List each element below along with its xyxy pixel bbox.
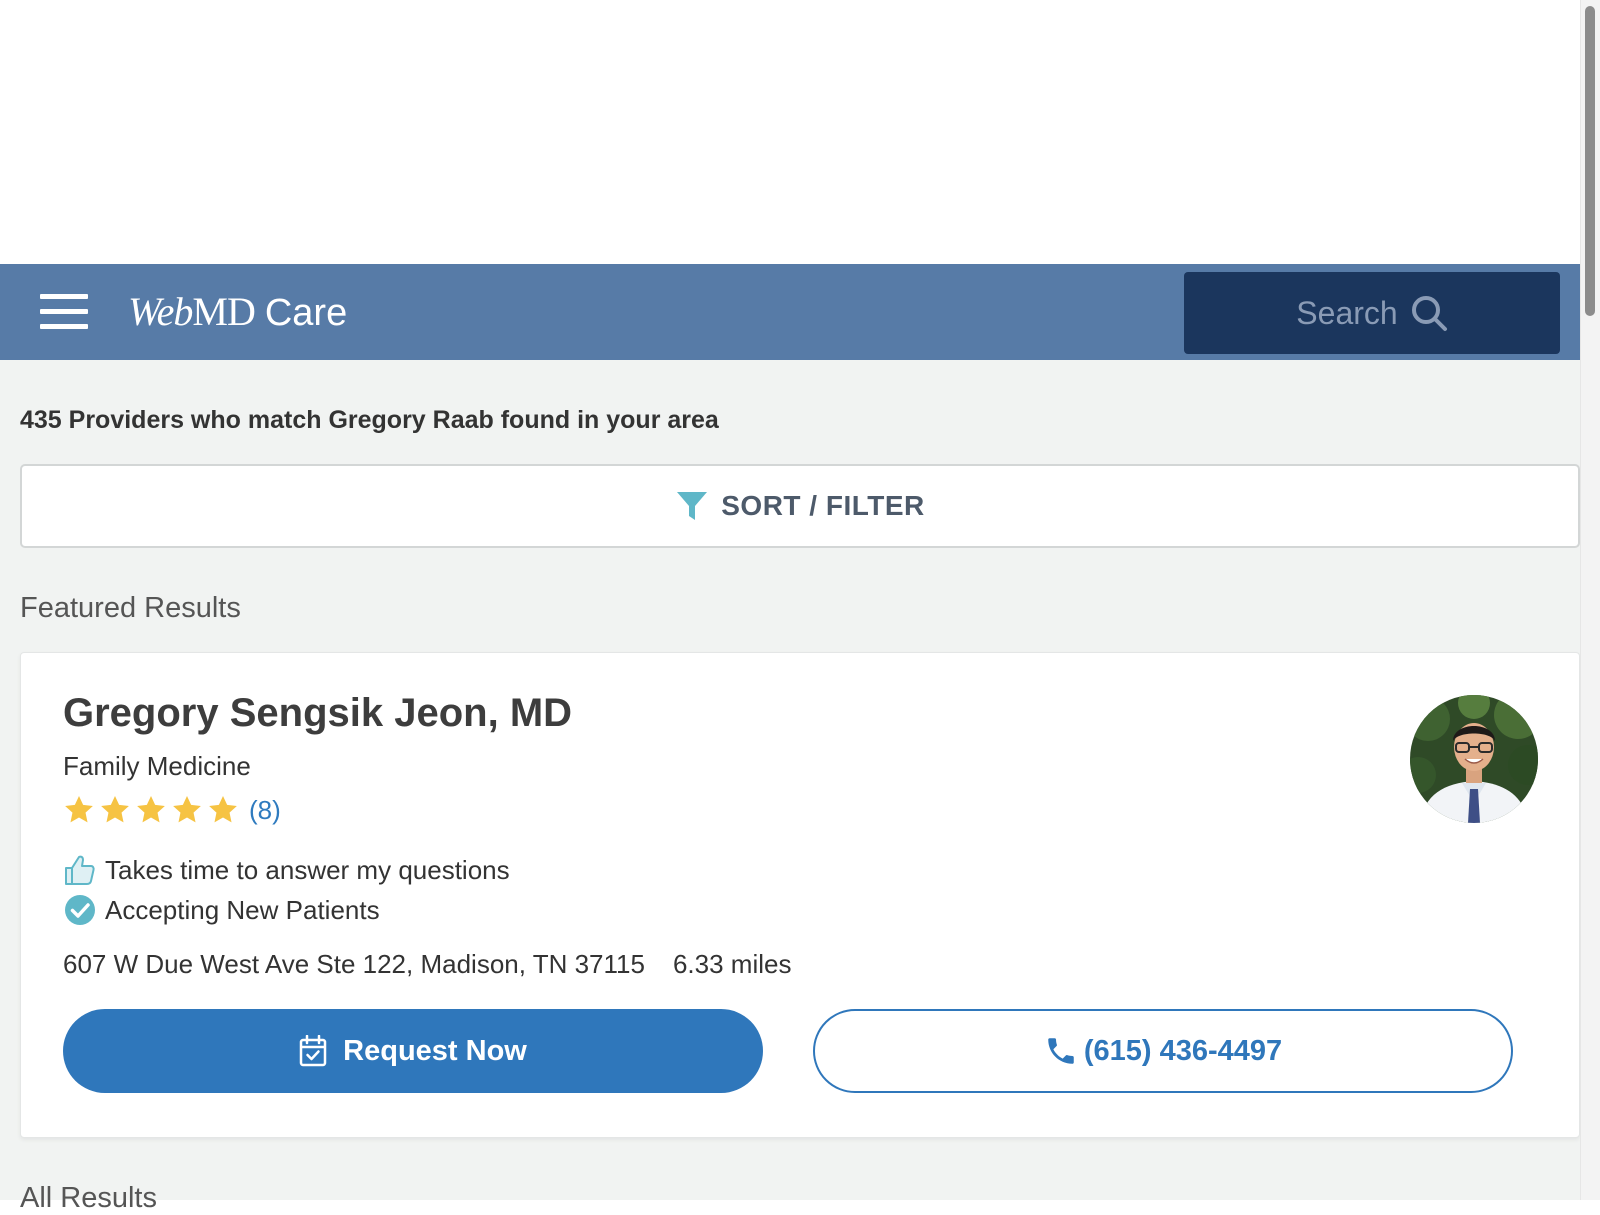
provider-specialty: Family Medicine bbox=[63, 751, 251, 781]
ad-space bbox=[0, 0, 1580, 264]
search-button[interactable]: Search bbox=[1184, 272, 1560, 354]
star-icon bbox=[173, 796, 201, 823]
phone-number: (615) 436-4497 bbox=[1083, 1034, 1283, 1067]
scrollbar-thumb[interactable] bbox=[1585, 6, 1595, 316]
provider-distance: 6.33 miles bbox=[672, 949, 792, 979]
top-nav-bar: WebMD Care Search bbox=[0, 264, 1600, 360]
phone-icon bbox=[1048, 1038, 1074, 1064]
search-button-label: Search bbox=[1296, 294, 1398, 331]
provider-address: 607 W Due West Ave Ste 122, Madison, TN … bbox=[63, 949, 645, 979]
webmd-care-logo[interactable]: WebMD Care bbox=[128, 288, 347, 336]
star-rating: (8) bbox=[63, 793, 281, 827]
accepting-patients-text: Accepting New Patients bbox=[105, 894, 380, 925]
search-icon bbox=[1411, 296, 1447, 331]
request-now-label: Request Now bbox=[343, 1034, 527, 1067]
star-icon bbox=[101, 796, 129, 823]
provider-photo bbox=[1410, 695, 1538, 823]
calendar-check-icon bbox=[299, 1035, 327, 1067]
funnel-icon bbox=[677, 492, 708, 520]
star-icon bbox=[137, 796, 165, 823]
sort-filter-button[interactable]: SORT / FILTER bbox=[20, 464, 1580, 548]
results-count-text: 435 Providers who match Gregory Raab fou… bbox=[20, 406, 719, 434]
provider-name[interactable]: Gregory Sengsik Jeon, MD bbox=[63, 691, 572, 736]
request-appointment-button[interactable]: Request Now bbox=[63, 1009, 763, 1093]
featured-results-heading: Featured Results bbox=[20, 592, 241, 624]
all-results-heading: All Results bbox=[20, 1182, 157, 1214]
sort-filter-label: SORT / FILTER bbox=[721, 490, 925, 521]
results-page: 435 Providers who match Gregory Raab fou… bbox=[0, 360, 1580, 1214]
call-phone-button[interactable]: (615) 436-4497 bbox=[813, 1009, 1513, 1093]
address-row: 607 W Due West Ave Ste 122, Madison, TN … bbox=[63, 949, 791, 980]
accepting-patients-row: Accepting New Patients bbox=[63, 893, 380, 927]
highlight-text: Takes time to answer my questions bbox=[105, 854, 510, 885]
provider-avatar[interactable] bbox=[1410, 695, 1538, 823]
hamburger-menu-icon[interactable] bbox=[40, 294, 88, 330]
rating-count-link[interactable]: (8) bbox=[249, 795, 281, 826]
thumbs-up-icon bbox=[65, 855, 95, 885]
star-icon bbox=[65, 796, 93, 823]
check-circle-icon bbox=[65, 895, 95, 925]
highlight-row: Takes time to answer my questions bbox=[63, 853, 510, 887]
scrollbar[interactable] bbox=[1580, 0, 1600, 1200]
star-icon bbox=[209, 796, 237, 823]
provider-card[interactable]: Gregory Sengsik Jeon, MD Family Medicine… bbox=[20, 652, 1580, 1138]
